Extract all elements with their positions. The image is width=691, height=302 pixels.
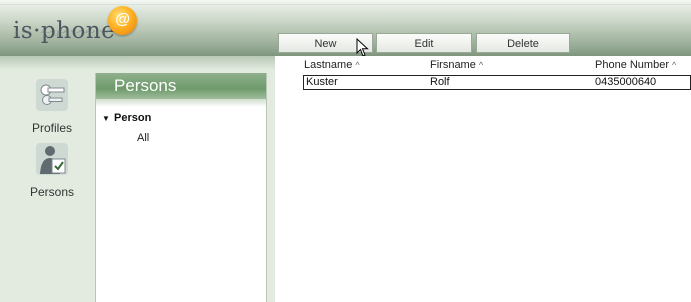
sort-caret-icon: ^	[478, 60, 484, 70]
nav-label-profiles: Profiles	[31, 121, 72, 135]
edit-button[interactable]: Edit	[376, 33, 472, 53]
mouse-cursor-icon	[356, 38, 369, 57]
tree-node-person[interactable]: ▼ Person	[102, 112, 151, 124]
nav-item-persons[interactable]: Persons	[12, 142, 92, 199]
tree-node-person-label: Person	[114, 112, 152, 124]
persons-panel-title: Persons	[96, 73, 266, 99]
tree-node-all[interactable]: All	[137, 132, 149, 144]
sidebar-shade	[0, 56, 275, 70]
column-header-lastname[interactable]: Lastname ^	[304, 59, 360, 73]
cell-phone: 0435000640	[595, 76, 657, 88]
column-header-lastname-label: Lastname	[304, 59, 353, 71]
keys-icon	[36, 79, 68, 111]
cell-firstname: Rolf	[430, 76, 450, 88]
column-header-firstname-label: Firsname	[430, 59, 476, 71]
nav-label-persons: Persons	[29, 185, 75, 199]
app-logo-reflection: is·phone	[13, 30, 111, 37]
logo-at-icon: @	[108, 6, 137, 35]
column-header-phone-label: Phone Number	[595, 59, 669, 71]
table-row[interactable]: Kuster Rolf 0435000640	[303, 75, 691, 90]
nav-item-profiles[interactable]: Profiles	[12, 78, 92, 135]
delete-button[interactable]: Delete	[476, 33, 570, 53]
expand-arrow-icon[interactable]: ▼	[102, 114, 114, 123]
cell-lastname: Kuster	[306, 76, 338, 88]
persons-table: Lastname ^ Firsname ^ Phone Number ^ Kuster…	[275, 56, 691, 302]
column-header-phone[interactable]: Phone Number ^	[595, 59, 676, 73]
persons-header-fade	[96, 99, 266, 107]
sort-caret-icon: ^	[355, 60, 360, 70]
sort-caret-icon: ^	[672, 60, 677, 70]
column-header-firstname[interactable]: Firsname ^	[430, 59, 483, 73]
persons-panel: Persons ▼ Person All	[95, 73, 267, 302]
header-divider	[0, 4, 691, 5]
header-bar: is·phone is·phone @ New Edit Delete	[0, 0, 691, 57]
app-window: is·phone is·phone @ New Edit Delete Prof…	[0, 0, 691, 302]
person-check-icon	[36, 143, 68, 175]
